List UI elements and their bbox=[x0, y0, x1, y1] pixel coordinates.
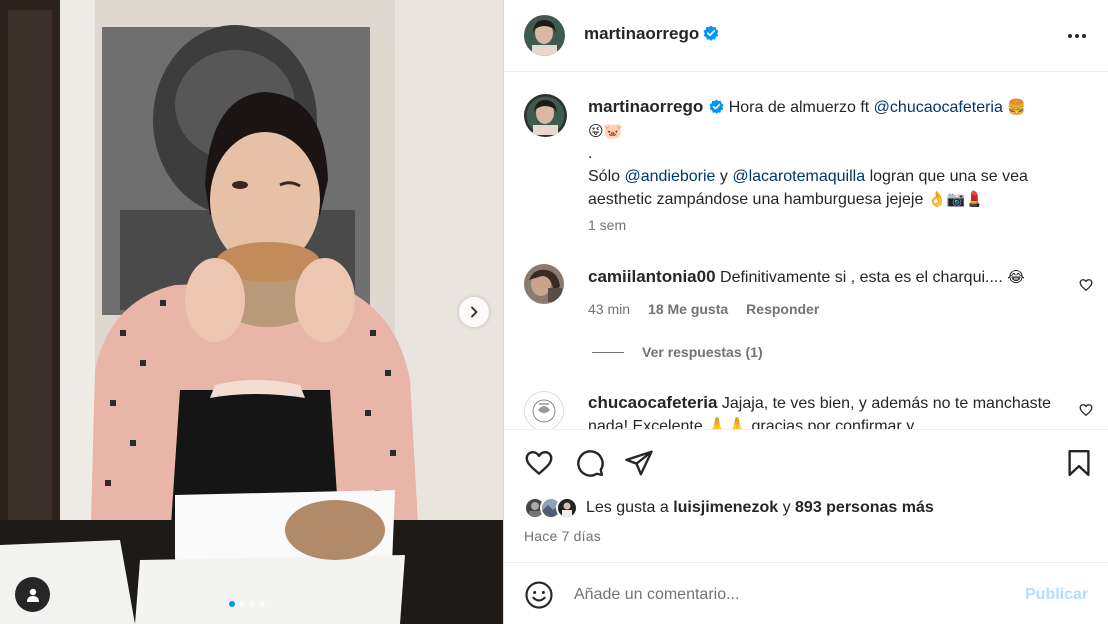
caption-separator: . bbox=[588, 145, 593, 163]
heart-icon bbox=[525, 450, 553, 475]
more-options-icon bbox=[1068, 34, 1072, 38]
comments-section: martinaorrego Hora de almuerzo ft @chuca… bbox=[504, 73, 1108, 429]
post-date[interactable]: Hace 7 días bbox=[524, 528, 601, 544]
author-avatar[interactable] bbox=[524, 15, 565, 56]
likes-prefix: Les gusta a bbox=[586, 499, 669, 516]
caption-emoji: 👌📷💄 bbox=[927, 190, 984, 209]
chevron-right-icon bbox=[471, 306, 478, 318]
emoji-button[interactable] bbox=[524, 580, 554, 615]
commenter-username[interactable]: camiilantonia00 bbox=[588, 267, 716, 286]
verified-badge-icon bbox=[709, 99, 724, 114]
view-replies-label[interactable]: Ver respuestas (1) bbox=[642, 344, 763, 360]
user-tag-icon bbox=[26, 588, 39, 602]
next-photo-button[interactable] bbox=[459, 297, 489, 327]
liker-username[interactable]: luisjimenezok bbox=[673, 499, 778, 516]
author-username[interactable]: martinaorrego bbox=[584, 24, 719, 44]
post-header: martinaorrego bbox=[504, 0, 1108, 72]
view-replies-button[interactable]: Ver respuestas (1) bbox=[592, 344, 763, 360]
liker-avatar[interactable] bbox=[556, 497, 578, 519]
more-options-button[interactable] bbox=[1062, 22, 1092, 50]
caption-time[interactable]: 1 sem bbox=[588, 217, 626, 233]
carousel-dot bbox=[249, 601, 255, 607]
comment-text: chucaocafeteria Jajaja, te ves bien, y a… bbox=[588, 392, 1068, 429]
carousel-dot bbox=[259, 601, 265, 607]
post-caption: martinaorrego Hora de almuerzo ft @chuca… bbox=[588, 96, 1088, 212]
likes-summary: Les gusta a luisjimenezok y 893 personas… bbox=[524, 497, 934, 519]
post-modal: martinaorrego martinaorrego Hora de almu… bbox=[0, 0, 1108, 624]
carousel-dot-active bbox=[229, 601, 235, 607]
post-actions: Les gusta a luisjimenezok y 893 personas… bbox=[504, 429, 1108, 562]
comment-icon bbox=[577, 450, 604, 477]
comment-body: Definitivamente si , esta es el charqui.… bbox=[720, 269, 1003, 286]
share-button[interactable] bbox=[624, 448, 654, 478]
comment-input[interactable] bbox=[574, 583, 1004, 607]
mention-link[interactable]: @andieborie bbox=[624, 168, 715, 185]
caption-text: Hora de almuerzo ft bbox=[728, 99, 870, 116]
carousel-dot bbox=[239, 601, 245, 607]
caption-text: Sólo bbox=[588, 167, 621, 185]
reply-button[interactable]: Responder bbox=[746, 301, 819, 317]
add-comment-bar: Publicar bbox=[504, 562, 1108, 624]
author-username-text[interactable]: martinaorrego bbox=[584, 24, 699, 43]
comment-emoji: 😂 bbox=[1007, 268, 1025, 286]
post-photo[interactable] bbox=[0, 0, 503, 624]
comment-like-heart-icon[interactable] bbox=[1079, 403, 1093, 417]
caption-emoji: 😜🐷 bbox=[588, 121, 623, 140]
comment-time[interactable]: 43 min bbox=[588, 301, 630, 317]
caption-emoji: 🍔 bbox=[1007, 98, 1027, 116]
save-icon bbox=[1068, 449, 1090, 477]
comment-likes[interactable]: 18 Me gusta bbox=[648, 301, 728, 317]
likes-connector: y bbox=[782, 499, 791, 516]
caption-author-avatar[interactable] bbox=[524, 94, 567, 137]
commenter-avatar[interactable] bbox=[524, 391, 564, 429]
likes-others[interactable]: 893 personas más bbox=[795, 499, 934, 516]
mention-link[interactable]: @chucaocafeteria bbox=[874, 99, 1003, 116]
verified-badge-icon bbox=[703, 25, 719, 41]
publish-button[interactable]: Publicar bbox=[1025, 586, 1088, 604]
like-button[interactable] bbox=[524, 448, 554, 478]
caption-text: y bbox=[719, 167, 728, 185]
tagged-users-button[interactable] bbox=[15, 577, 50, 612]
save-button[interactable] bbox=[1064, 448, 1094, 478]
post-photo-image bbox=[0, 0, 503, 624]
commenter-username[interactable]: chucaocafeteria bbox=[588, 393, 717, 412]
carousel-indicator bbox=[229, 601, 265, 607]
post-details-panel: martinaorrego martinaorrego Hora de almu… bbox=[503, 0, 1108, 624]
caption-username[interactable]: martinaorrego bbox=[588, 97, 703, 116]
comment-button[interactable] bbox=[575, 448, 605, 478]
replies-divider bbox=[592, 351, 624, 353]
comment-like-heart-icon[interactable] bbox=[1079, 278, 1093, 292]
commenter-avatar[interactable] bbox=[524, 264, 564, 304]
share-icon bbox=[625, 450, 653, 476]
likes-text: Les gusta a luisjimenezok y 893 personas… bbox=[586, 499, 934, 517]
mention-link[interactable]: @lacarotemaquilla bbox=[732, 168, 865, 185]
emoji-icon bbox=[525, 581, 553, 609]
comment-text: camiilantonia00 Definitivamente si , est… bbox=[588, 266, 1068, 290]
comment-meta: 43 min 18 Me gusta Responder bbox=[588, 301, 819, 317]
